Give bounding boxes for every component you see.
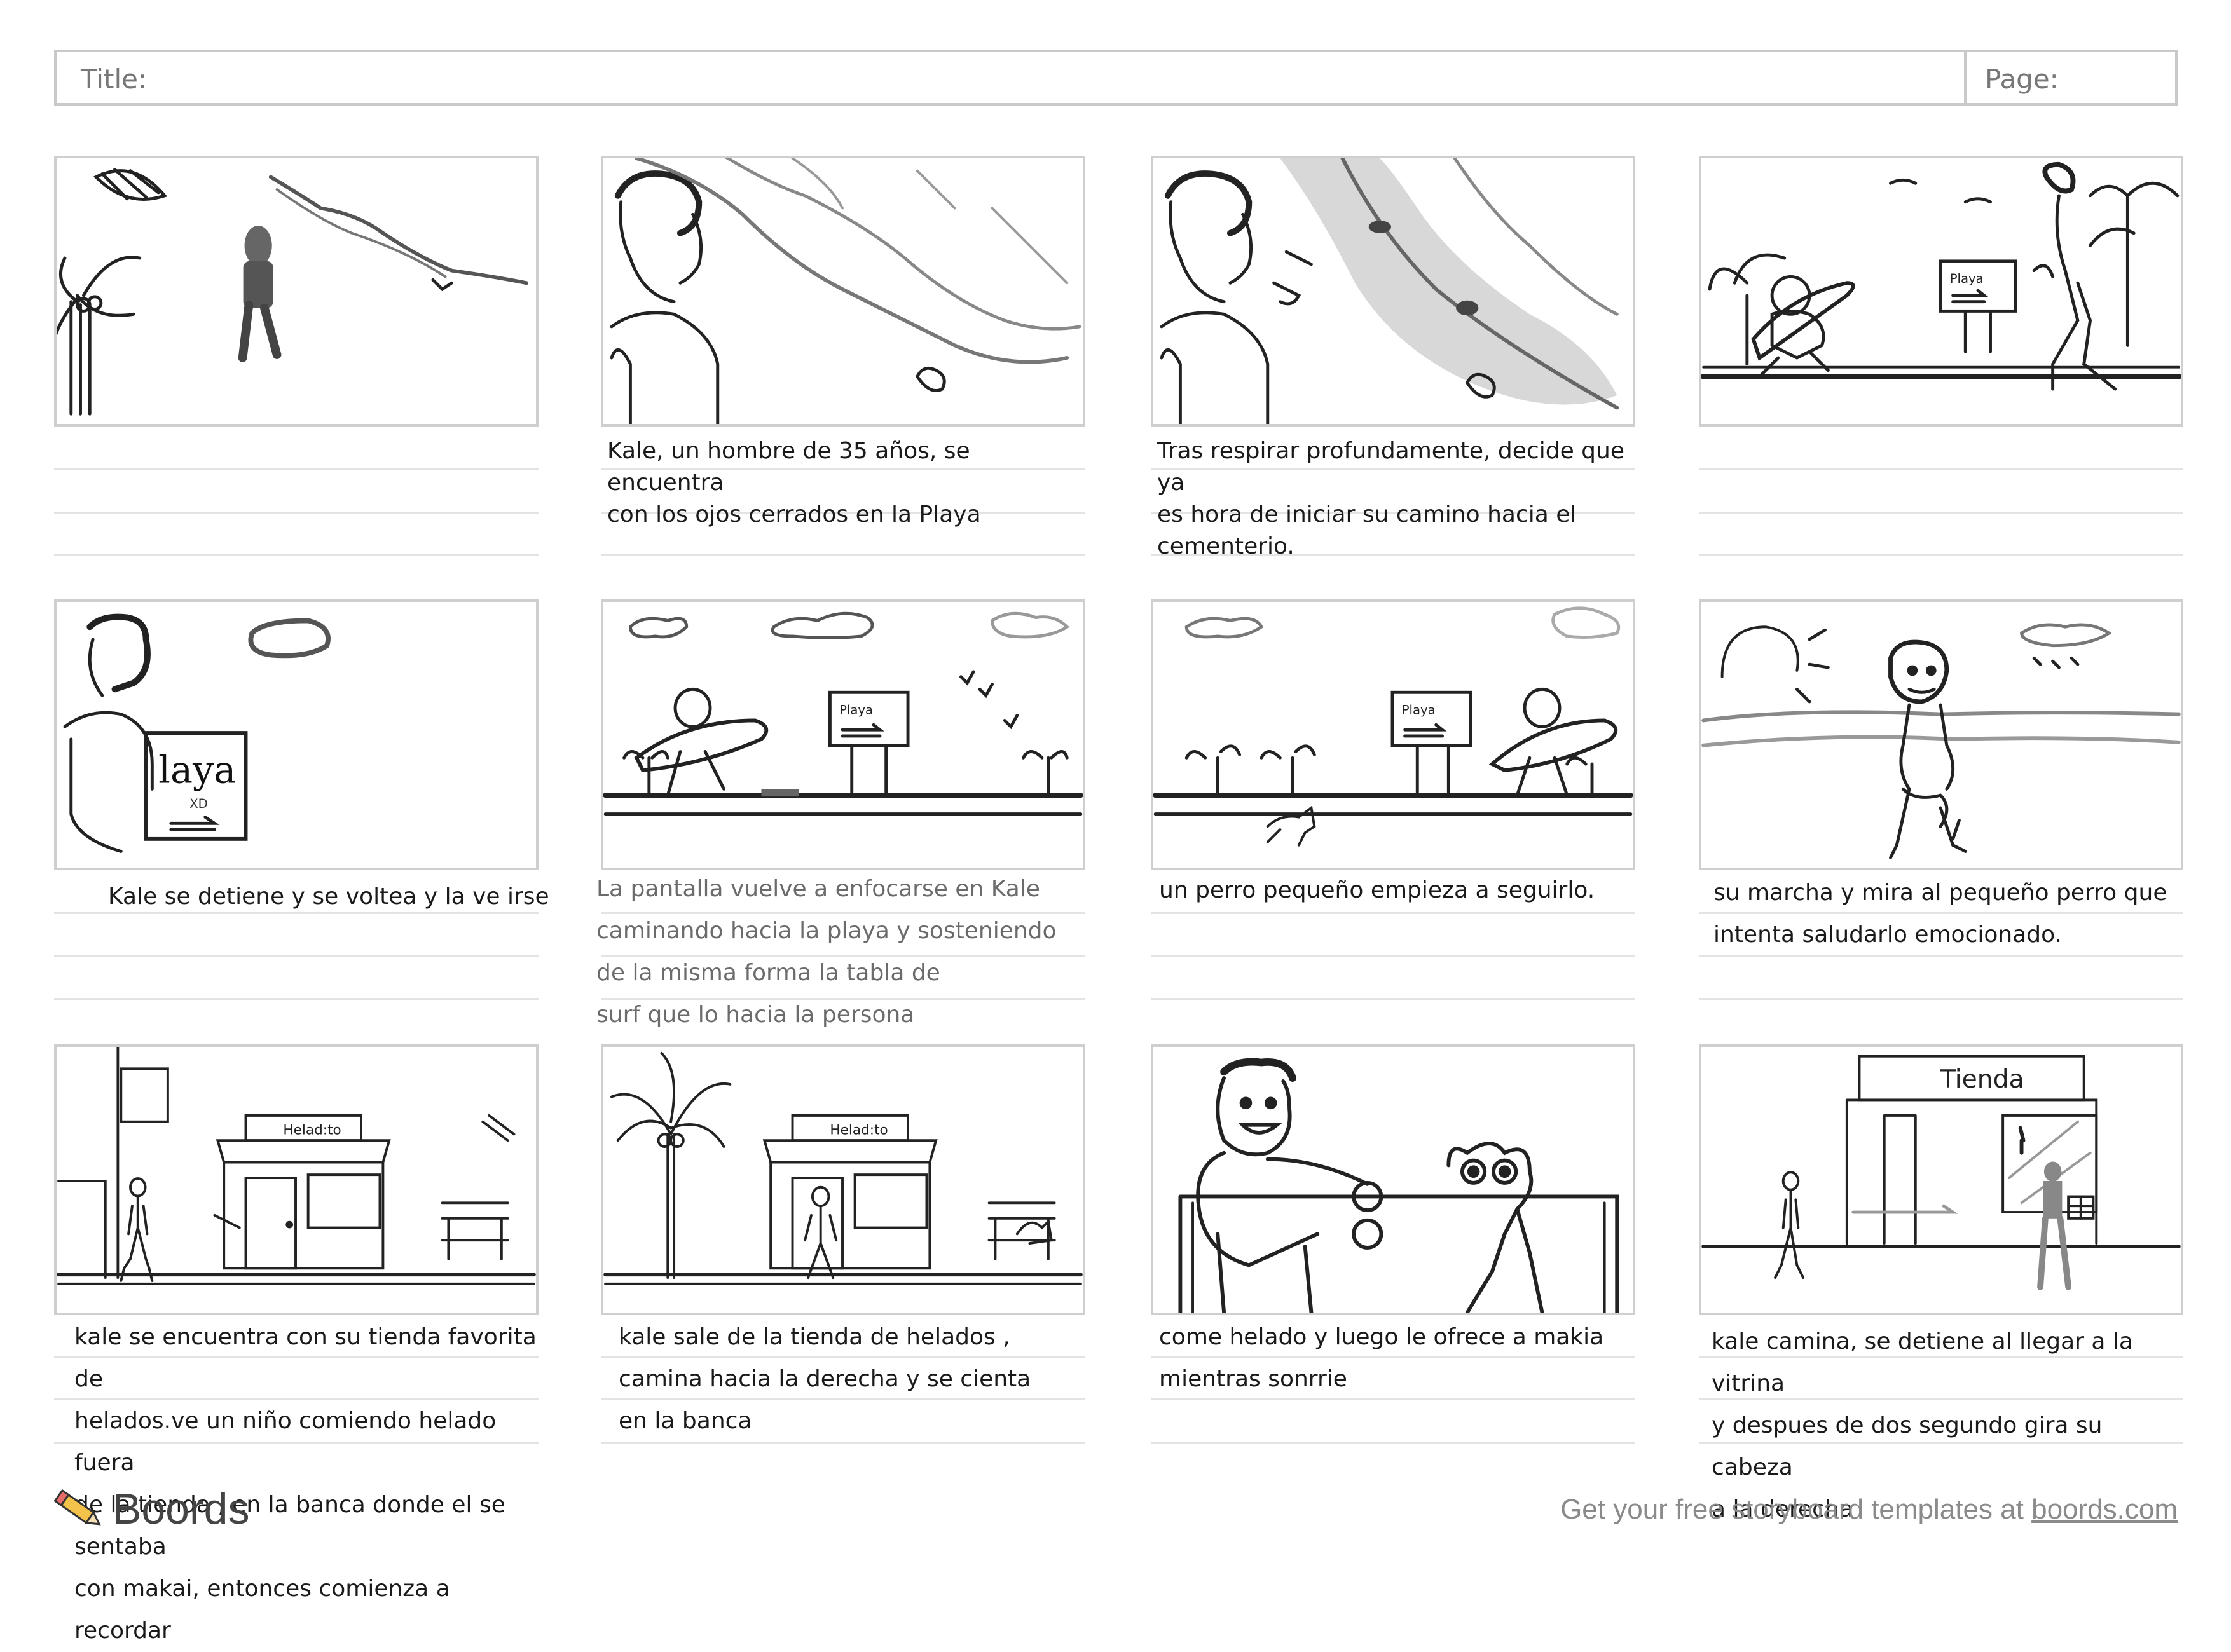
footer-promo-link[interactable]: boords.com bbox=[2031, 1494, 2178, 1525]
panel-4-line-2 bbox=[1699, 512, 2183, 514]
panel-5-frame: laya XD bbox=[54, 599, 539, 870]
panel-2-caption: Kale, un hombre de 35 años, se encuentra… bbox=[607, 438, 981, 528]
panel-10-caption: kale sale de la tienda de helados , cami… bbox=[619, 1324, 1031, 1434]
panel-6-caption: La pantalla vuelve a enfocarse en Kale c… bbox=[596, 876, 1057, 1028]
panel-12-frame: Tienda bbox=[1699, 1044, 2183, 1315]
footer-promo-text: Get your free storyboard templates at bbox=[1560, 1494, 2032, 1525]
panel-5-caption: Kale se detiene y se voltea y la ve irse bbox=[108, 884, 549, 910]
panel-5-sign-text: laya bbox=[158, 748, 236, 792]
panel-11-frame bbox=[1151, 1044, 1635, 1315]
panel-1-line-3 bbox=[54, 554, 539, 556]
panel-9-shop-sign: Helad:to bbox=[283, 1122, 341, 1138]
svg-text:Playa: Playa bbox=[1950, 271, 1984, 286]
panel-8-line-3 bbox=[1699, 998, 2183, 1000]
panel-5-sign-subtext: XD bbox=[189, 796, 208, 811]
panel-1-frame bbox=[54, 156, 539, 427]
panel-2-line-3 bbox=[601, 554, 1085, 556]
panel-10-frame: Helad:to bbox=[601, 1044, 1085, 1315]
boords-brand: Boords bbox=[113, 1485, 250, 1533]
panel-5-line-3 bbox=[54, 998, 539, 1000]
panel-11-caption: come helado y luego le ofrece a makia mi… bbox=[1159, 1324, 1604, 1392]
panel-8-caption: su marcha y mira al pequeño perro que in… bbox=[1713, 880, 2167, 948]
panel-7-line-1 bbox=[1151, 912, 1635, 914]
panel-1-line-2 bbox=[54, 512, 539, 514]
footer-promo: Get your free storyboard templates at bo… bbox=[1560, 1494, 2178, 1526]
panel-9-frame: Helad:to bbox=[54, 1044, 539, 1315]
panel-12-shop-sign: Tienda bbox=[1940, 1065, 2024, 1094]
panel-2-frame bbox=[601, 156, 1085, 427]
panel-1-line-1 bbox=[54, 468, 539, 470]
storyboard-header: Title: Page: bbox=[54, 50, 2178, 106]
panel-7-sign-text: Playa bbox=[1402, 703, 1436, 718]
panel-7-line-3 bbox=[1151, 998, 1635, 1000]
panel-5-line-2 bbox=[54, 955, 539, 957]
panel-6-sign-text: Playa bbox=[839, 703, 873, 718]
panel-4-line-1 bbox=[1699, 468, 2183, 470]
panel-10-shop-sign: Helad:to bbox=[830, 1122, 888, 1138]
panel-6-frame: Playa bbox=[601, 599, 1085, 870]
page-label: Page: bbox=[1985, 64, 2059, 95]
panel-8-frame bbox=[1699, 599, 2183, 870]
title-label: Title: bbox=[81, 64, 148, 95]
panel-4-line-3 bbox=[1699, 554, 2183, 556]
panel-7-line-2 bbox=[1151, 955, 1635, 957]
panel-7-frame: Playa bbox=[1151, 599, 1635, 870]
panel-11-line-3 bbox=[1151, 1442, 1635, 1444]
panel-4-frame: Playa bbox=[1699, 156, 2183, 427]
panel-7-caption: un perro pequeño empieza a seguirlo. bbox=[1159, 877, 1595, 903]
panel-3-frame bbox=[1151, 156, 1635, 427]
pencil-icon bbox=[54, 1489, 101, 1526]
panel-3-caption: Tras respirar profundamente, decide que … bbox=[1157, 438, 1624, 559]
header-divider bbox=[1964, 52, 1967, 103]
